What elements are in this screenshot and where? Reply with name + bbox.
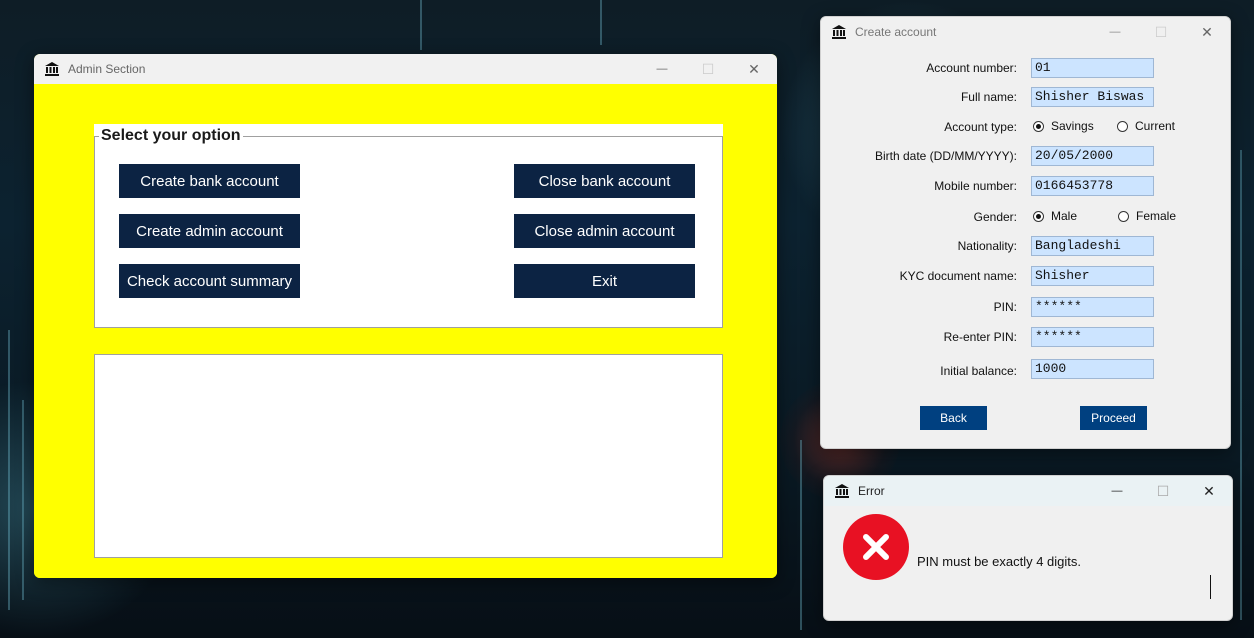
create-bank-account-button[interactable]: Create bank account <box>119 164 300 198</box>
radio-unselected-icon <box>1118 210 1129 222</box>
initial-balance-row: Initial balance: 1000 <box>821 359 1230 379</box>
female-radio[interactable]: Female <box>1118 209 1176 223</box>
pin-label: PIN: <box>993 300 1017 314</box>
admin-section-window: Admin Section — ☐ ✕ Select your option C… <box>34 54 777 578</box>
initial-balance-label: Initial balance: <box>940 364 1017 378</box>
gender-label: Gender: <box>973 210 1017 224</box>
radio-selected-icon <box>1033 210 1044 222</box>
window-title: Error <box>858 484 885 498</box>
current-radio[interactable]: Current <box>1117 119 1175 133</box>
create-admin-account-button[interactable]: Create admin account <box>119 214 300 248</box>
account-type-row: Account type: Savings Current <box>821 117 1230 137</box>
check-account-summary-button[interactable]: Check account summary <box>119 264 300 298</box>
full-name-field[interactable]: Shisher Biswas <box>1031 87 1154 107</box>
output-area[interactable] <box>94 354 723 558</box>
account-number-field[interactable]: 01 <box>1031 58 1154 78</box>
error-message: PIN must be exactly 4 digits. <box>917 554 1082 569</box>
nationality-label: Nationality: <box>957 239 1017 253</box>
bank-icon <box>44 61 60 77</box>
pin-row: PIN: ****** <box>821 297 1230 317</box>
error-titlebar[interactable]: Error — ☐ ✕ <box>824 476 1232 506</box>
maximize-button[interactable]: ☐ <box>685 54 731 84</box>
exit-button[interactable]: Exit <box>514 264 695 298</box>
reenter-pin-field[interactable]: ****** <box>1031 327 1154 347</box>
create-titlebar[interactable]: Create account — ☐ ✕ <box>821 17 1230 47</box>
savings-radio[interactable]: Savings <box>1033 119 1094 133</box>
kyc-label: KYC document name: <box>899 269 1017 283</box>
pin-field[interactable]: ****** <box>1031 297 1154 317</box>
birth-date-field[interactable]: 20/05/2000 <box>1031 146 1154 166</box>
option-group: Select your option Create bank account C… <box>94 127 723 328</box>
close-button[interactable]: ✕ <box>1184 17 1230 47</box>
mobile-number-field[interactable]: 0166453778 <box>1031 176 1154 196</box>
full-name-label: Full name: <box>960 90 1017 104</box>
mobile-number-row: Mobile number: 0166453778 <box>821 176 1230 196</box>
maximize-button[interactable]: ☐ <box>1140 476 1186 506</box>
back-button[interactable]: Back <box>920 406 987 430</box>
kyc-row: KYC document name: Shisher <box>821 266 1230 286</box>
proceed-button[interactable]: Proceed <box>1080 406 1147 430</box>
reenter-pin-label: Re-enter PIN: <box>943 330 1017 344</box>
male-radio[interactable]: Male <box>1033 209 1077 223</box>
error-dialog: Error — ☐ ✕ PIN must be exactly 4 digits… <box>823 475 1233 621</box>
initial-balance-field[interactable]: 1000 <box>1031 359 1154 379</box>
full-name-row: Full name: Shisher Biswas <box>821 87 1230 107</box>
account-number-row: Account number: 01 <box>821 58 1230 78</box>
reenter-pin-row: Re-enter PIN: ****** <box>821 327 1230 347</box>
kyc-field[interactable]: Shisher <box>1031 266 1154 286</box>
close-admin-account-button[interactable]: Close admin account <box>514 214 695 248</box>
account-type-label: Account type: <box>944 120 1017 134</box>
maximize-button[interactable]: ☐ <box>1138 17 1184 47</box>
create-account-window: Create account — ☐ ✕ Account number: 01 … <box>820 16 1231 449</box>
group-title: Select your option <box>99 127 243 145</box>
text-caret <box>1210 575 1211 599</box>
account-number-label: Account number: <box>926 61 1017 75</box>
window-title: Create account <box>855 25 937 39</box>
radio-selected-icon <box>1033 120 1044 132</box>
nationality-field[interactable]: Bangladeshi <box>1031 236 1154 256</box>
birth-date-row: Birth date (DD/MM/YYYY): 20/05/2000 <box>821 146 1230 166</box>
minimize-button[interactable]: — <box>639 54 685 84</box>
admin-titlebar[interactable]: Admin Section — ☐ ✕ <box>34 54 777 84</box>
nationality-row: Nationality: Bangladeshi <box>821 236 1230 256</box>
bank-icon <box>834 483 850 499</box>
mobile-number-label: Mobile number: <box>934 179 1017 193</box>
close-button[interactable]: ✕ <box>731 54 777 84</box>
minimize-button[interactable]: — <box>1092 17 1138 47</box>
minimize-button[interactable]: — <box>1094 476 1140 506</box>
close-button[interactable]: ✕ <box>1186 476 1232 506</box>
bank-icon <box>831 24 847 40</box>
error-x-icon <box>843 514 909 580</box>
close-bank-account-button[interactable]: Close bank account <box>514 164 695 198</box>
radio-unselected-icon <box>1117 120 1128 132</box>
gender-row: Gender: Male Female <box>821 207 1230 227</box>
window-title: Admin Section <box>68 62 146 76</box>
birth-date-label: Birth date (DD/MM/YYYY): <box>874 149 1017 163</box>
admin-content: Select your option Create bank account C… <box>34 84 777 578</box>
